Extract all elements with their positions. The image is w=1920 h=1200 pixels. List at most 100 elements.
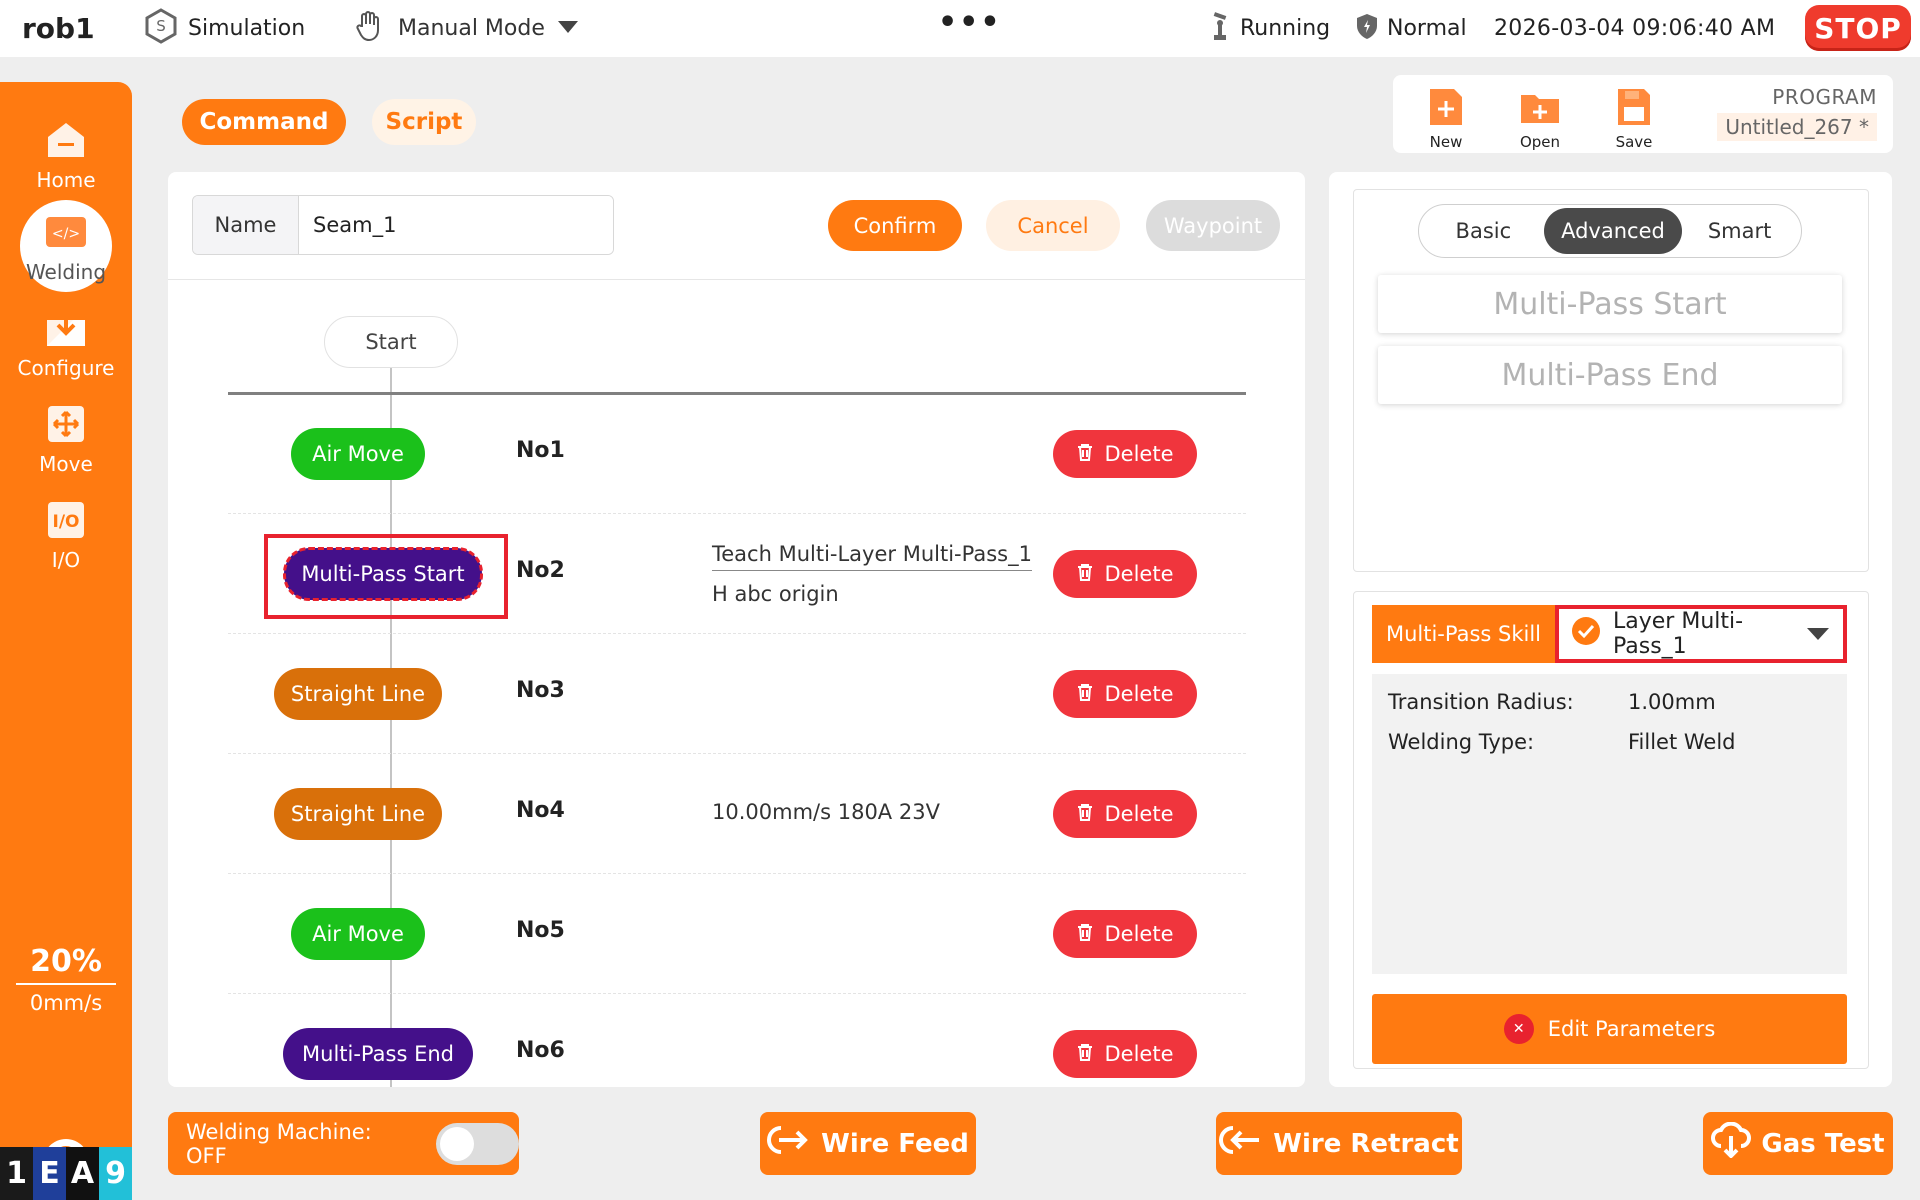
start-node[interactable]: Start xyxy=(324,316,458,368)
trash-icon xyxy=(1077,562,1093,586)
trash-icon xyxy=(1077,922,1093,946)
tab-script[interactable]: Script xyxy=(372,99,476,145)
delete-button[interactable]: Delete xyxy=(1053,1030,1197,1078)
sidebar-item-label: I/O xyxy=(51,548,81,572)
save-label: Save xyxy=(1615,133,1653,151)
wire-feed-label: Wire Feed xyxy=(821,1128,969,1159)
sidebar-item-label: Welding xyxy=(25,260,107,284)
command-editor: Name Confirm Cancel Waypoint Start Air M… xyxy=(168,172,1305,1087)
mode-segmented-control: Basic Advanced Smart xyxy=(1418,204,1802,258)
svg-text:S: S xyxy=(156,17,166,35)
tab-command[interactable]: Command xyxy=(182,99,346,145)
wire-feed-icon xyxy=(767,1124,811,1163)
multi-pass-select[interactable]: Layer Multi-Pass_1 xyxy=(1555,605,1847,663)
sidebar-item-label: Move xyxy=(39,452,93,476)
wire-feed-button[interactable]: Wire Feed xyxy=(760,1112,976,1175)
mode-dropdown[interactable]: Manual Mode xyxy=(354,0,579,57)
straight-line-pill[interactable]: Straight Line xyxy=(274,788,442,840)
sidebar-item-move[interactable]: Move xyxy=(0,402,132,476)
command-row[interactable]: Air Move No1 Delete xyxy=(228,394,1246,514)
svg-text:</>: </> xyxy=(52,226,80,242)
check-circle-icon xyxy=(1571,616,1601,652)
command-row[interactable]: Multi-Pass End No6 Delete xyxy=(228,994,1246,1087)
edit-parameters-button[interactable]: ✕ Edit Parameters xyxy=(1372,994,1847,1064)
gas-test-label: Gas Test xyxy=(1761,1128,1885,1159)
new-program-button[interactable]: New xyxy=(1411,85,1481,151)
sidebar-item-welding[interactable]: </> Welding xyxy=(0,200,132,292)
row-description-line1: Teach Multi-Layer Multi-Pass_1 xyxy=(712,542,1032,571)
save-program-button[interactable]: Save xyxy=(1599,85,1669,151)
sidebar-item-label: Configure xyxy=(17,356,115,380)
speed-percent: 20% xyxy=(16,944,116,985)
welding-machine-label: Welding Machine: OFF xyxy=(186,1119,372,1168)
shield-icon xyxy=(1355,12,1379,46)
delete-button[interactable]: Delete xyxy=(1053,790,1197,838)
row-number: No6 xyxy=(516,1038,565,1063)
segment-smart[interactable]: Smart xyxy=(1682,208,1797,254)
simulation-label: Simulation xyxy=(188,16,306,41)
brand-logo: 1 E A 9 xyxy=(0,1147,132,1200)
simulation-indicator[interactable]: S Simulation xyxy=(144,0,305,57)
welding-machine-control: Welding Machine: OFF xyxy=(168,1112,519,1175)
datetime: 2026-03-04 09:06:40 AM xyxy=(1494,16,1776,41)
row-description: Teach Multi-Layer Multi-Pass_1 xyxy=(712,542,1032,571)
edit-parameters-label: Edit Parameters xyxy=(1547,1017,1716,1041)
multi-pass-end-pill[interactable]: Multi-Pass End xyxy=(283,1028,473,1080)
straight-line-pill[interactable]: Straight Line xyxy=(274,668,442,720)
new-label: New xyxy=(1429,133,1463,151)
more-menu-icon[interactable]: ••• xyxy=(938,0,1002,51)
row-number: No2 xyxy=(516,558,565,583)
row-number: No1 xyxy=(516,438,565,463)
air-move-pill[interactable]: Air Move xyxy=(291,908,425,960)
wire-retract-button[interactable]: Wire Retract xyxy=(1216,1112,1462,1175)
sidebar-item-configure[interactable]: Configure xyxy=(0,306,132,380)
sidebar-item-label: Home xyxy=(36,168,96,192)
row-description: 10.00mm/s 180A 23V xyxy=(712,800,940,824)
delete-button[interactable]: Delete xyxy=(1053,670,1197,718)
multi-pass-end-skill[interactable]: Multi-Pass End xyxy=(1378,346,1842,404)
delete-button[interactable]: Delete xyxy=(1053,550,1197,598)
open-program-button[interactable]: Open xyxy=(1505,85,1575,151)
skill-palette: Basic Advanced Smart Multi-Pass Start Mu… xyxy=(1353,189,1869,572)
trash-icon xyxy=(1077,1042,1093,1066)
name-input[interactable] xyxy=(299,196,613,254)
selection-outline xyxy=(283,547,483,601)
sidebar-item-io[interactable]: I/O I/O xyxy=(0,498,132,572)
command-row[interactable]: Multi-Pass Start No2 Teach Multi-Layer M… xyxy=(228,514,1246,634)
air-move-pill[interactable]: Air Move xyxy=(291,428,425,480)
simulation-icon: S xyxy=(144,7,178,50)
welding-type-value: Fillet Weld xyxy=(1628,730,1736,754)
delete-label: Delete xyxy=(1104,802,1174,826)
row-number: No4 xyxy=(516,798,565,823)
command-row[interactable]: Straight Line No4 10.00mm/s 180A 23V Del… xyxy=(228,754,1246,874)
sidebar: Home </> Welding Configure Move I/O I/O … xyxy=(0,82,132,1200)
gas-test-button[interactable]: Gas Test xyxy=(1703,1112,1893,1175)
cancel-button[interactable]: Cancel xyxy=(986,200,1120,251)
segment-advanced[interactable]: Advanced xyxy=(1543,208,1683,254)
segment-basic[interactable]: Basic xyxy=(1423,208,1544,254)
delete-label: Delete xyxy=(1104,442,1174,466)
command-row[interactable]: Straight Line No3 Delete xyxy=(228,634,1246,754)
svg-text:I/O: I/O xyxy=(53,512,80,532)
download-icon xyxy=(44,306,88,350)
program-toolbar: New Open Save PROGRAM Untitled_267 * xyxy=(1393,75,1893,153)
chevron-down-icon xyxy=(557,16,579,41)
delete-button[interactable]: Delete xyxy=(1053,910,1197,958)
program-name[interactable]: Untitled_267 * xyxy=(1717,113,1877,141)
welding-machine-toggle[interactable] xyxy=(435,1122,519,1165)
safety-status: Normal xyxy=(1355,0,1467,57)
speed-readout[interactable]: 20% 0mm/s xyxy=(16,944,116,1015)
sidebar-item-home[interactable]: Home xyxy=(0,118,132,192)
multi-pass-start-skill[interactable]: Multi-Pass Start xyxy=(1378,275,1842,333)
parameter-summary: Transition Radius: 1.00mm Welding Type: … xyxy=(1372,674,1847,974)
delete-label: Delete xyxy=(1104,562,1174,586)
robot-name[interactable]: rob1 xyxy=(22,0,95,57)
waypoint-button[interactable]: Waypoint xyxy=(1146,200,1280,251)
delete-button[interactable]: Delete xyxy=(1053,430,1197,478)
stop-button[interactable]: STOP xyxy=(1805,5,1911,51)
confirm-button[interactable]: Confirm xyxy=(828,200,962,251)
command-row[interactable]: Air Move No5 Delete xyxy=(228,874,1246,994)
robot-arm-icon xyxy=(1208,11,1232,47)
multi-pass-settings: Multi-Pass Skill Layer Multi-Pass_1 Tran… xyxy=(1353,591,1869,1069)
code-icon: </> xyxy=(44,210,88,254)
